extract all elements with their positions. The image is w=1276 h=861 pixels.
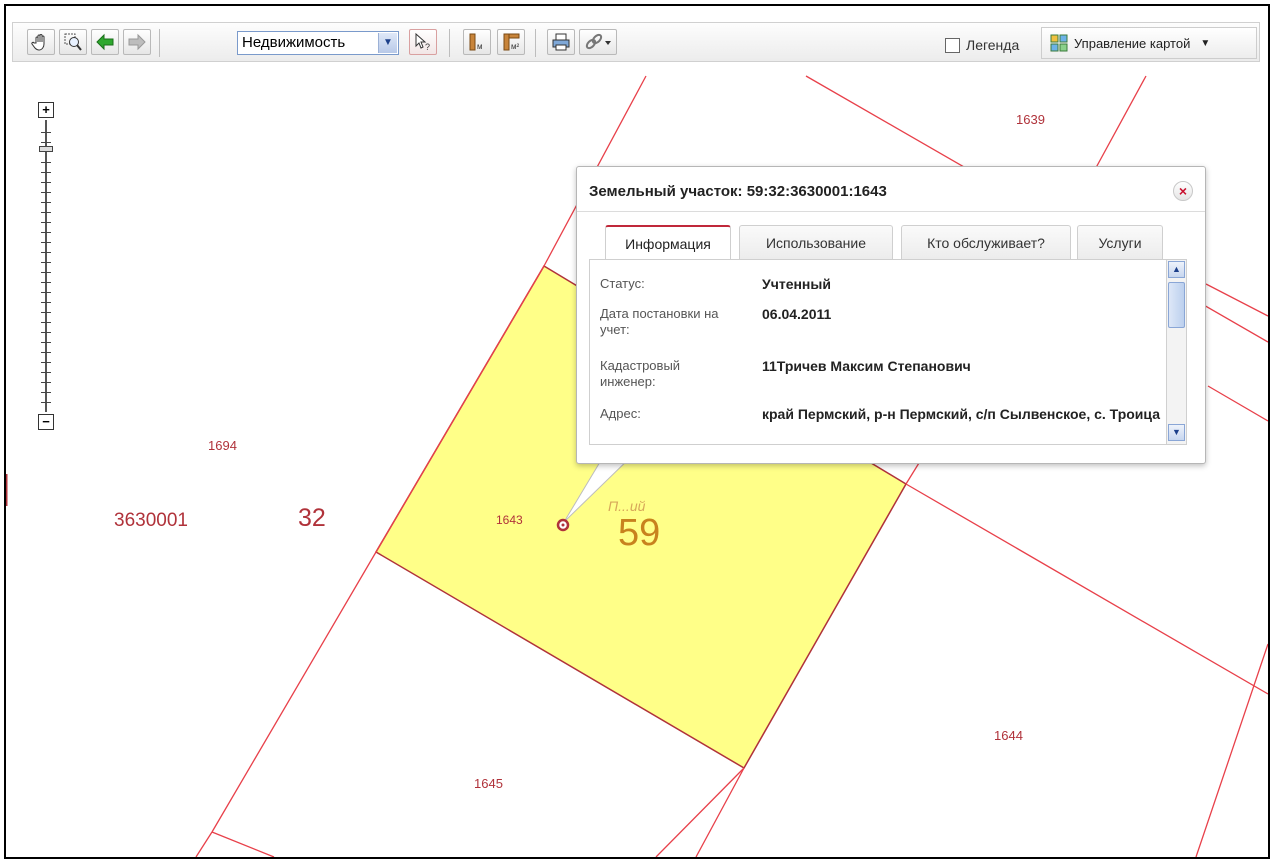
district-label: 32 [298,504,326,532]
address-label: Адрес: [600,406,641,421]
parcel-label-1694: 1694 [208,438,237,453]
identify-button[interactable]: ? [409,29,437,55]
close-icon[interactable]: × [1173,181,1193,201]
popup-divider [577,211,1205,212]
zoom-out-button[interactable]: − [38,414,54,430]
measure-area-button[interactable]: м² [497,29,525,55]
pan-button[interactable] [27,29,55,55]
cadastral-engineer-label: Кадастровый инженер: [600,358,681,389]
parcel-label-1639: 1639 [1016,112,1045,127]
tab-service-provider[interactable]: Кто обслуживает? [901,225,1071,259]
zoom-in-button[interactable]: + [38,102,54,118]
tab-services[interactable]: Услуги [1077,225,1163,259]
measure-distance-icon: м [469,33,483,51]
measure-area-icon: м² [503,33,520,51]
status-label: Статус: [600,276,645,291]
print-icon [552,33,570,51]
tab-usage[interactable]: Использование [739,225,893,259]
parcel-label-1644: 1644 [994,728,1023,743]
forward-button[interactable] [123,29,151,55]
legend-toggle[interactable]: Легенда [945,37,1019,53]
svg-text:м²: м² [511,42,520,51]
print-button[interactable] [547,29,575,55]
scroll-down-icon[interactable]: ▼ [1168,424,1185,441]
svg-text:?: ? [425,42,430,52]
info-scrollbar[interactable]: ▲ ▼ [1166,260,1186,444]
registration-date-label: Дата постановки на учет: [600,306,719,337]
zoom-slider[interactable]: + − [38,102,56,432]
parcel-label-1645: 1645 [474,776,503,791]
legend-checkbox[interactable] [945,37,960,53]
parcel-label-1643: 1643 [496,513,523,527]
pan-hand-icon [31,34,45,51]
tab-information[interactable]: Информация [605,225,731,260]
layer-select-value: Недвижимость [242,34,346,51]
quarter-label: 3630001 [114,510,188,531]
parcel-info-popup: Земельный участок: 59:32:3630001:1643 × … [576,166,1206,464]
link-button[interactable] [579,29,617,55]
measure-distance-button[interactable]: м [463,29,491,55]
svg-text:м: м [477,42,483,51]
chevron-down-icon[interactable]: ▼ [378,33,397,53]
scroll-thumb[interactable] [1168,282,1185,328]
legend-label: Легенда [966,37,1020,53]
link-icon [585,33,611,50]
map-control-label: Управление картой [1074,35,1191,51]
zoom-track[interactable] [45,120,47,412]
popup-title: Земельный участок: 59:32:3630001:1643 [589,183,887,200]
cadastral-engineer-value: 11Тричев Максим Степанович [762,358,971,374]
toolbar: Недвижимость ▼ ? м м² Легенда Управление… [12,22,1260,62]
zoom-box-icon [64,33,82,51]
zoom-thumb[interactable] [39,146,53,152]
region-label: 59 [618,512,661,554]
scroll-up-icon[interactable]: ▲ [1168,261,1185,278]
map-control-button[interactable]: Управление картой ▼ [1041,27,1257,59]
map-window: 1639 1694 1643 1644 1645 3630001 32 П...… [4,4,1270,859]
map-control-grid-icon [1050,34,1068,52]
back-arrow-icon [96,33,114,51]
info-panel: Статус: Учтенный Дата постановки на учет… [589,259,1187,445]
back-button[interactable] [91,29,119,55]
layer-select[interactable]: Недвижимость ▼ [237,31,399,55]
identify-pointer-icon: ? [415,32,430,52]
registration-date-value: 06.04.2011 [762,306,832,322]
forward-arrow-icon [128,33,146,51]
zoom-box-button[interactable] [59,29,87,55]
address-value: край Пермский, р-н Пермский, с/п Сылвенс… [762,406,1160,422]
caret-down-icon: ▼ [1200,37,1211,49]
status-value: Учтенный [762,276,831,292]
